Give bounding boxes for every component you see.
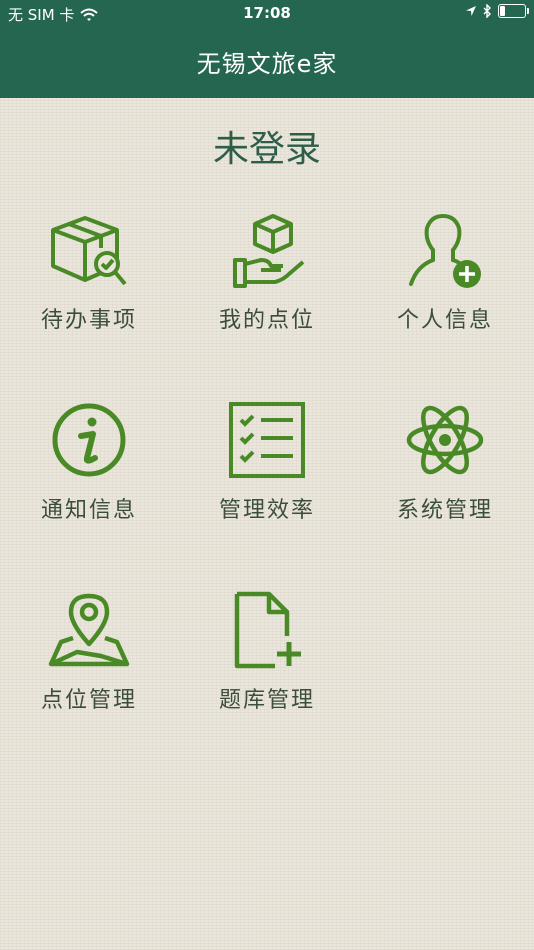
- info-icon: [52, 403, 126, 477]
- battery-icon: [498, 4, 529, 18]
- menu-item-notifications[interactable]: 通知信息: [0, 400, 178, 530]
- status-right: [465, 4, 529, 18]
- menu-item-location-management[interactable]: 点位管理: [0, 590, 178, 720]
- menu-label: 个人信息: [396, 308, 493, 333]
- menu-item-system-management[interactable]: 系统管理: [356, 400, 534, 530]
- menu-label: 系统管理: [396, 498, 493, 523]
- menu-label: 题库管理: [218, 688, 315, 713]
- menu-label: 我的点位: [218, 308, 315, 333]
- location-arrow-icon: [466, 6, 476, 16]
- login-status-title[interactable]: 未登录: [0, 120, 534, 172]
- bluetooth-icon: [483, 4, 491, 18]
- atom-icon: [406, 405, 484, 475]
- app-title: 无锡文旅e家: [196, 50, 338, 78]
- menu-item-todo[interactable]: 待办事项: [0, 210, 178, 340]
- menu-label: 点位管理: [40, 688, 137, 713]
- menu-item-personal-info[interactable]: 个人信息: [356, 210, 534, 340]
- menu-label: 待办事项: [40, 308, 137, 333]
- hand-box-icon: [233, 214, 305, 288]
- menu-item-question-bank[interactable]: 题库管理: [178, 590, 356, 720]
- box-search-icon: [51, 216, 127, 286]
- status-bar: 无 SIM 卡 17:08: [0, 0, 534, 28]
- app-header: 无 SIM 卡 17:08 无锡文旅e家: [0, 0, 534, 98]
- menu-label: 管理效率: [218, 498, 315, 523]
- menu-item-my-locations[interactable]: 我的点位: [178, 210, 356, 340]
- map-pin-icon: [48, 593, 130, 667]
- user-add-icon: [409, 213, 481, 288]
- menu-label: 通知信息: [40, 498, 137, 523]
- checklist-icon: [229, 402, 305, 478]
- menu-item-management-efficiency[interactable]: 管理效率: [178, 400, 356, 530]
- clock: 17:08: [243, 4, 291, 22]
- document-add-icon: [234, 591, 301, 669]
